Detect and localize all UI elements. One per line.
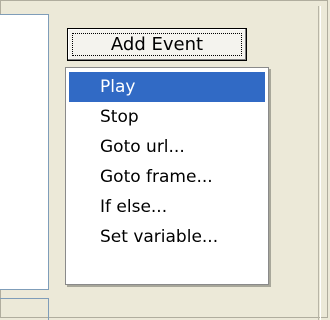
add-event-button-label: Add Event xyxy=(110,34,204,55)
frame-divider xyxy=(318,6,319,320)
menu-item-if-else[interactable]: If else... xyxy=(69,192,265,222)
add-event-menu: Play Stop Goto url... Goto frame... If e… xyxy=(65,67,269,285)
frame-divider-highlight xyxy=(320,6,321,320)
menu-item-play[interactable]: Play xyxy=(69,72,265,102)
menu-item-set-variable[interactable]: Set variable... xyxy=(69,222,265,252)
lower-pane[interactable] xyxy=(0,298,49,320)
menu-item-stop[interactable]: Stop xyxy=(69,102,265,132)
add-event-button[interactable]: Add Event xyxy=(67,28,247,61)
menu-item-goto-frame[interactable]: Goto frame... xyxy=(69,162,265,192)
event-list-pane[interactable] xyxy=(0,14,49,290)
menu-item-goto-url[interactable]: Goto url... xyxy=(69,132,265,162)
